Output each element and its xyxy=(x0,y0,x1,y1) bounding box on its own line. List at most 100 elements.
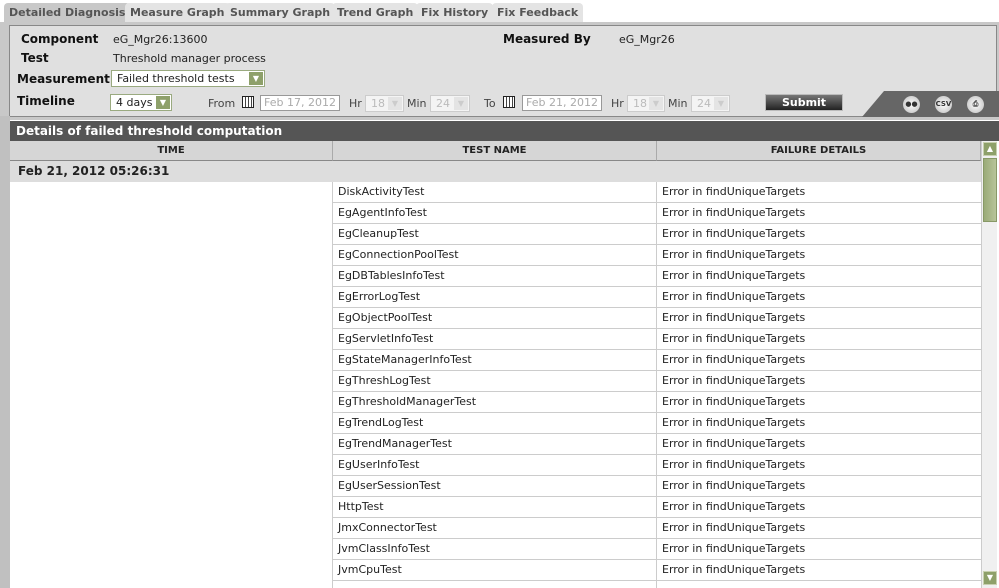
section-title: Details of failed threshold computation xyxy=(10,121,999,141)
test-name-cell: JmxConnectorTest xyxy=(338,521,437,534)
tab-summary-graph[interactable]: Summary Graph xyxy=(225,3,336,24)
failure-details-cell: Error in findUniqueTargets xyxy=(662,332,806,345)
failure-details-cell: Error in findUniqueTargets xyxy=(662,290,806,303)
failure-details-cell: Error in findUniqueTargets xyxy=(662,500,806,513)
from-min-value: 24 xyxy=(436,97,450,110)
csv-icon[interactable]: CSV xyxy=(935,96,952,113)
table-row: EgAgentInfoTest Error in findUniqueTarget… xyxy=(333,203,981,224)
test-name-cell: HttpTest xyxy=(338,500,384,513)
table-row: HttpTest Error in findUniqueTargets xyxy=(333,497,981,518)
print-icon[interactable]: ⎙ xyxy=(967,96,984,113)
test-name-cell: JvmCpuTest xyxy=(338,563,402,576)
from-min-label: Min xyxy=(407,97,427,110)
tab-detailed-diagnosis[interactable]: Detailed Diagnosis xyxy=(4,3,131,24)
binoculars-icon[interactable]: ●● xyxy=(903,96,920,113)
chevron-down-icon: ▼ xyxy=(649,97,663,110)
submit-button[interactable]: Submit xyxy=(765,94,843,111)
measurement-value: Failed threshold tests xyxy=(117,72,235,85)
failure-details-cell: Error in findUniqueTargets xyxy=(662,353,806,366)
test-name-cell: EgServletInfoTest xyxy=(338,332,434,345)
failure-details-cell: Error in findUniqueTargets xyxy=(662,479,806,492)
test-name-cell: EgStateManagerInfoTest xyxy=(338,353,472,366)
table-row: EgServletInfoTest Error in findUniqueTarg… xyxy=(333,329,981,350)
from-hr-value: 18 xyxy=(371,97,385,110)
tab-trend-graph[interactable]: Trend Graph xyxy=(332,3,419,24)
vertical-scrollbar[interactable]: ▲ ▼ xyxy=(981,141,997,588)
column-header-test-name: TEST NAME xyxy=(333,141,657,161)
to-min-value: 24 xyxy=(697,97,711,110)
tab-measure-graph[interactable]: Measure Graph xyxy=(125,3,230,24)
scroll-down-icon[interactable]: ▼ xyxy=(983,571,997,585)
to-date-input[interactable]: Feb 21, 2012 xyxy=(522,95,602,111)
scrollbar-thumb[interactable] xyxy=(983,158,997,222)
test-name-cell: EgThresholdManagerTest xyxy=(338,395,477,408)
to-hr-label: Hr xyxy=(611,97,624,110)
action-toolbar: ●● CSV ⎙ xyxy=(862,91,999,117)
measurement-label: Measurement xyxy=(17,72,110,86)
test-name-cell: EgTrendManagerTest xyxy=(338,437,452,450)
test-name-cell: EgTrendLogTest xyxy=(338,416,424,429)
test-name-cell: EgErrorLogTest xyxy=(338,290,421,303)
failure-details-cell: Error in findUniqueTargets xyxy=(662,458,806,471)
scroll-up-icon[interactable]: ▲ xyxy=(983,142,997,156)
to-hr-select[interactable]: 18 ▼ xyxy=(627,95,665,112)
table-row: EgDBTablesInfoTest Error in findUniqueTar… xyxy=(333,266,981,287)
from-hr-label: Hr xyxy=(349,97,362,110)
table-row: EgTrendManagerTest Error in findUniqueTar… xyxy=(333,434,981,455)
timeline-value: 4 days xyxy=(116,96,153,109)
failure-details-cell: Error in findUniqueTargets xyxy=(662,437,806,450)
test-value: Threshold manager process xyxy=(113,52,266,65)
chevron-down-icon: ▼ xyxy=(454,97,468,110)
to-min-label: Min xyxy=(668,97,688,110)
table-row: EgTrendLogTest Error in findUniqueTargets xyxy=(333,413,981,434)
test-name-cell: EgUserInfoTest xyxy=(338,458,420,471)
test-name-cell: EgAgentInfoTest xyxy=(338,206,427,219)
chevron-down-icon: ▼ xyxy=(249,72,263,85)
from-date-input[interactable]: Feb 17, 2012 xyxy=(260,95,340,111)
tab-fix-history[interactable]: Fix History xyxy=(416,3,494,24)
failure-details-cell: Error in findUniqueTargets xyxy=(662,206,806,219)
from-label: From xyxy=(208,97,236,110)
component-value: eG_Mgr26:13600 xyxy=(113,33,208,46)
table-row: EgStateManagerInfoTest Error in findUniqu… xyxy=(333,350,981,371)
failure-details-cell: Error in findUniqueTargets xyxy=(662,185,806,198)
measured-by-value: eG_Mgr26 xyxy=(619,33,675,46)
table-row: JvmCpuTest Error in findUniqueTargets xyxy=(333,560,981,581)
from-hr-select[interactable]: 18 ▼ xyxy=(365,95,404,112)
date-group-row: Feb 21, 2012 05:26:31 xyxy=(10,161,981,182)
to-hr-value: 18 xyxy=(633,97,647,110)
column-header-failure-details: FAILURE DETAILS xyxy=(657,141,981,161)
table-row: EgObjectPoolTest Error in findUniqueTarge… xyxy=(333,308,981,329)
test-name-cell: EgObjectPoolTest xyxy=(338,311,433,324)
from-min-select[interactable]: 24 ▼ xyxy=(430,95,470,112)
table-row: EgThreshLogTest Error in findUniqueTarget… xyxy=(333,371,981,392)
table-row: JvmClassInfoTest Error in findUniqueTarge… xyxy=(333,539,981,560)
timeline-label: Timeline xyxy=(17,94,75,108)
component-label: Component xyxy=(21,32,99,46)
table-row: EgConnectionPoolTest Error in findUniqueT… xyxy=(333,245,981,266)
failure-details-cell: Error in findUniqueTargets xyxy=(662,416,806,429)
test-name-cell: EgDBTablesInfoTest xyxy=(338,269,445,282)
test-name-cell: EgUserSessionTest xyxy=(338,479,441,492)
tab-fix-feedback[interactable]: Fix Feedback xyxy=(492,3,584,24)
table-row: EgUserSessionTest Error in findUniqueTarg… xyxy=(333,476,981,497)
calendar-icon[interactable] xyxy=(242,96,254,108)
calendar-icon[interactable] xyxy=(503,96,515,108)
chevron-down-icon: ▼ xyxy=(714,97,728,110)
failure-details-cell: Error in findUniqueTargets xyxy=(662,248,806,261)
measurement-select[interactable]: Failed threshold tests ▼ xyxy=(111,70,265,87)
test-name-cell: EgThreshLogTest xyxy=(338,374,431,387)
timeline-select[interactable]: 4 days ▼ xyxy=(110,94,172,111)
failure-details-cell: Error in findUniqueTargets xyxy=(662,227,806,240)
table-row: EgErrorLogTest Error in findUniqueTargets xyxy=(333,287,981,308)
left-border xyxy=(0,116,10,588)
measured-by-label: Measured By xyxy=(503,32,591,46)
column-header-time: TIME xyxy=(10,141,333,161)
failure-details-cell: Error in findUniqueTargets xyxy=(662,521,806,534)
to-min-select[interactable]: 24 ▼ xyxy=(691,95,730,112)
chevron-down-icon: ▼ xyxy=(156,96,170,109)
failure-details-cell: Error in findUniqueTargets xyxy=(662,374,806,387)
table-row: EgThresholdManagerTest Error in findUniqu… xyxy=(333,392,981,413)
failure-details-cell: Error in findUniqueTargets xyxy=(662,395,806,408)
chevron-down-icon: ▼ xyxy=(388,97,402,110)
